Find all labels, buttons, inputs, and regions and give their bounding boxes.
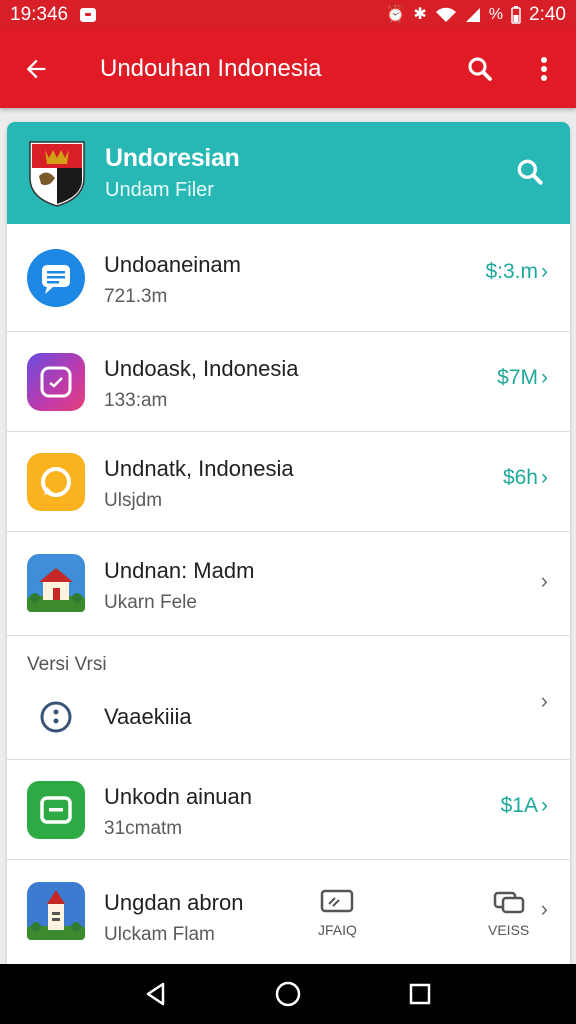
search-icon xyxy=(468,57,492,81)
alarm-icon: ⏰ xyxy=(385,6,406,23)
info-dots-icon xyxy=(40,701,72,733)
notification-icon xyxy=(80,8,97,22)
instagram-icon xyxy=(27,353,85,411)
wifi-icon xyxy=(435,7,456,22)
content-card: Undoresian Undam Filer Undoaneinam 721.3… xyxy=(7,122,570,982)
card-header: Undoresian Undam Filer xyxy=(7,122,570,224)
chat-bubble-icon xyxy=(27,249,85,307)
list-item[interactable]: Unkodn ainuan 31cmatm $1A › xyxy=(7,760,570,860)
copy-action-label: VEISS xyxy=(488,922,530,938)
cast-icon xyxy=(321,889,354,913)
more-options-button[interactable] xyxy=(512,30,576,108)
chevron-right-icon: › xyxy=(540,896,548,921)
recents-square-icon xyxy=(409,983,431,1005)
chevron-right-icon: › xyxy=(541,366,548,389)
church-icon xyxy=(27,882,85,940)
card-title: Undoresian xyxy=(105,144,240,172)
item-subtitle: 721.3m xyxy=(104,286,168,307)
section-item-name: Vaaekiiia xyxy=(104,704,192,729)
price-label: $6h xyxy=(502,466,538,489)
cast-action[interactable]: JFAIQ xyxy=(318,888,357,938)
version-section[interactable]: Versi Vrsi Vaaekiiia › xyxy=(7,636,570,760)
copy-action[interactable]: VEISS xyxy=(488,888,529,938)
item-name: Ungdan abron xyxy=(104,890,244,915)
signal-icon xyxy=(465,8,480,22)
chevron-right-icon: › xyxy=(540,688,548,713)
section-label: Versi Vrsi xyxy=(27,654,107,675)
copy-icon xyxy=(493,891,524,914)
chat-square-icon xyxy=(27,781,85,839)
card-search-button[interactable] xyxy=(510,152,550,192)
status-clock: 2:40 xyxy=(529,4,566,25)
item-subtitle: Ulsjdm xyxy=(104,490,163,511)
back-arrow-icon xyxy=(26,59,46,79)
battery-icon xyxy=(511,6,521,24)
nav-home-button[interactable] xyxy=(268,974,308,1014)
chevron-right-icon: › xyxy=(541,260,548,283)
item-price: $6h › xyxy=(503,466,548,490)
item-price: $1A › xyxy=(501,794,548,818)
item-name: Undoaneinam xyxy=(104,252,241,277)
price-label: $1A xyxy=(500,794,538,817)
nav-recents-button[interactable] xyxy=(400,974,440,1014)
search-icon xyxy=(517,159,543,185)
item-subtitle: Ukarn Fele xyxy=(104,592,197,613)
list-item[interactable]: Undnatk, Indonesia Ulsjdm $6h › xyxy=(7,432,570,532)
chevron-right-icon: › xyxy=(541,466,548,489)
item-subtitle: 133:am xyxy=(104,390,168,411)
chevron-right-icon: › xyxy=(540,568,548,593)
search-button[interactable] xyxy=(448,30,512,108)
screen: 19:346 ⏰ ✱ % 2:40 Undouhan Indonesia Und… xyxy=(0,0,576,1024)
item-name: Undnan: Madm xyxy=(104,558,255,583)
status-time: 19:346 xyxy=(10,4,69,25)
status-bar: 19:346 ⏰ ✱ % 2:40 xyxy=(0,0,576,30)
item-price: $:3.m › xyxy=(485,260,548,284)
bluetooth-icon: ✱ xyxy=(413,6,427,23)
back-triangle-icon xyxy=(146,982,165,1006)
list-item[interactable]: Undoaneinam 721.3m $:3.m › xyxy=(7,224,570,332)
app-title: Undouhan Indonesia xyxy=(100,55,322,82)
back-button[interactable] xyxy=(0,30,72,108)
item-subtitle: 31cmatm xyxy=(104,818,183,839)
price-label: $7M xyxy=(497,366,538,389)
card-subtitle: Undam Filer xyxy=(105,179,214,201)
more-vert-icon xyxy=(541,57,547,81)
price-label: $:3.m xyxy=(485,260,538,283)
list-item[interactable]: Undoask, Indonesia 133:am $7M › xyxy=(7,332,570,432)
chevron-right-icon: › xyxy=(541,794,548,817)
emblem-icon xyxy=(29,141,85,207)
item-name: Unkodn ainuan xyxy=(104,784,253,809)
home-circle-icon xyxy=(275,981,301,1007)
navigation-bar xyxy=(0,964,576,1024)
house-icon xyxy=(27,554,85,612)
chat-ring-icon xyxy=(27,453,85,511)
cast-action-label: JFAIQ xyxy=(318,922,357,938)
item-subtitle: Ulckam Flam xyxy=(104,924,215,945)
item-price: $7M › xyxy=(497,366,548,390)
battery-percent: % xyxy=(488,6,504,23)
list-item[interactable]: Undnan: Madm Ukarn Fele › xyxy=(7,532,570,636)
item-name: Undnatk, Indonesia xyxy=(104,456,294,481)
nav-back-button[interactable] xyxy=(136,974,176,1014)
app-bar: Undouhan Indonesia xyxy=(0,30,576,108)
item-name: Undoask, Indonesia xyxy=(104,356,299,381)
